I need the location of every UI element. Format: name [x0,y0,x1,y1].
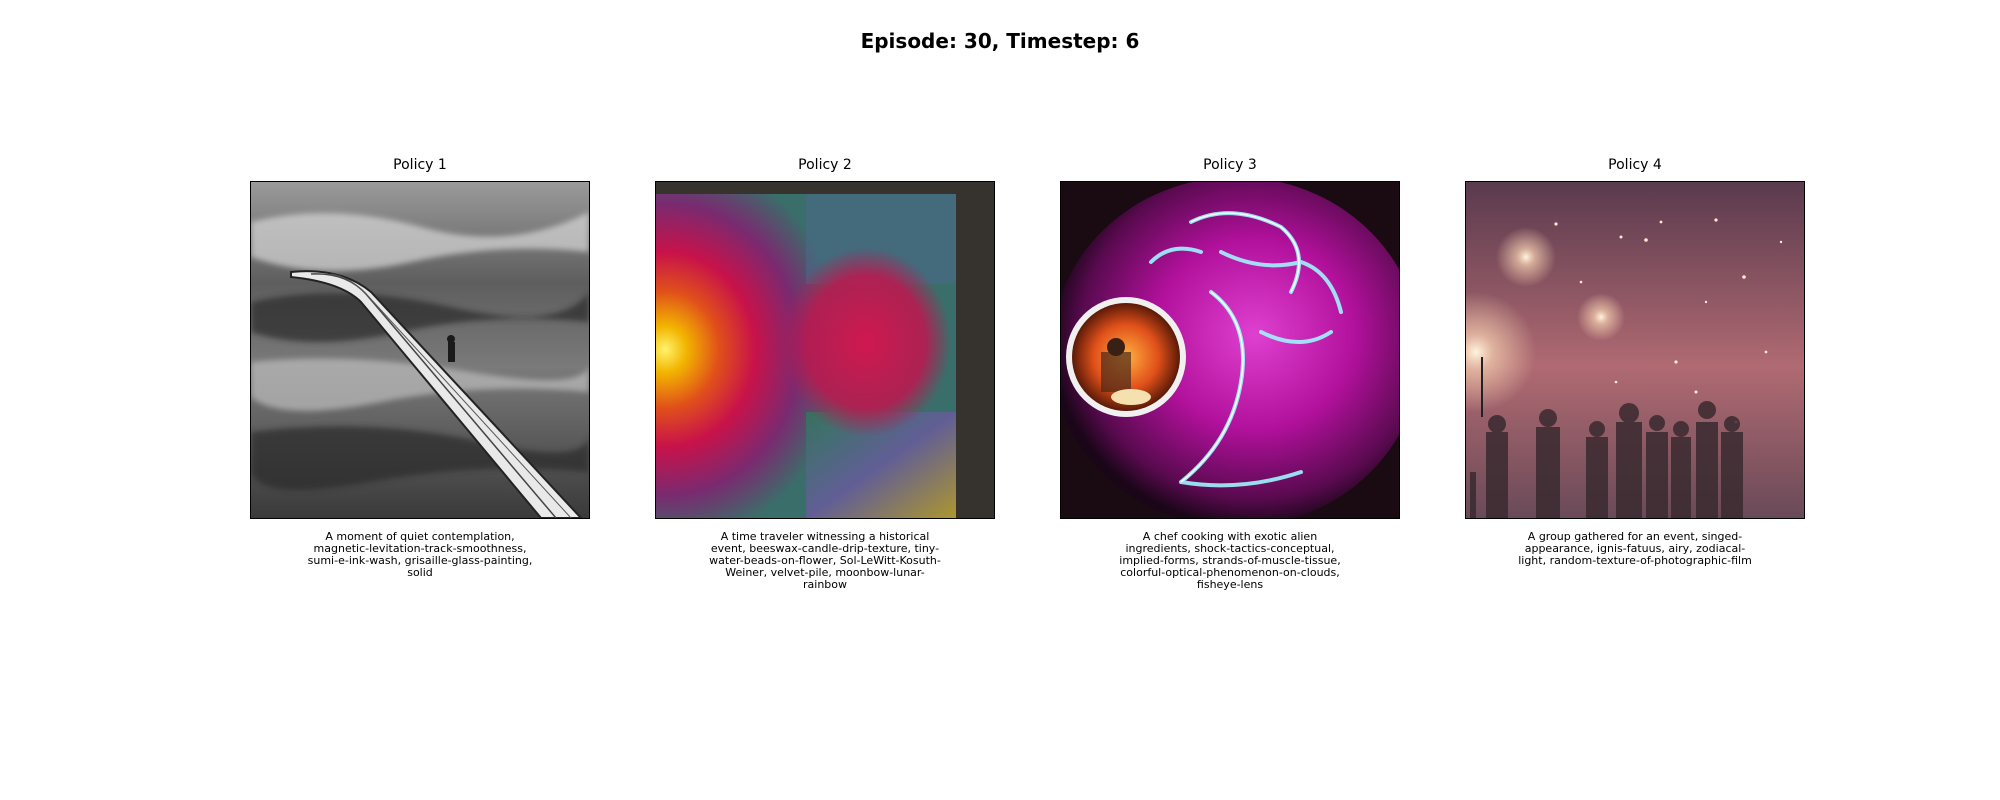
policy-panel-1: Policy 1 A moment of quiet contemplation… [250,157,590,579]
panel-title: Policy 2 [798,157,852,173]
policy-panel-4: Policy 4 A group gathered for an event, … [1465,157,1805,567]
panel-caption: A time traveler witnessing a historical … [709,530,941,591]
policy-4-image [1465,181,1805,519]
policy-panel-3: Policy 3 A chef cooking with exotic alie… [1060,157,1400,591]
panel-title: Policy 3 [1203,157,1257,173]
figure-title: Episode: 30, Timestep: 6 [860,29,1140,53]
policy-1-image [250,181,590,519]
panel-title: Policy 4 [1608,157,1662,173]
panel-caption: A group gathered for an event, singed-ap… [1518,530,1752,567]
panel-title: Policy 1 [393,157,447,173]
policy-panel-2: Policy 2 A time traveler witnessing a hi… [655,157,995,591]
policy-3-image [1060,181,1400,519]
policy-2-image [655,181,995,519]
panel-caption: A moment of quiet contemplation, magneti… [307,530,533,579]
panel-caption: A chef cooking with exotic alien ingredi… [1119,530,1341,591]
